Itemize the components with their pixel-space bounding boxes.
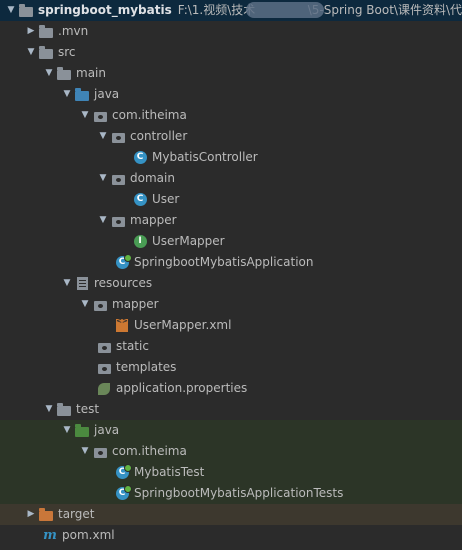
folder-label: target	[58, 507, 95, 521]
folder-icon	[56, 63, 72, 84]
tree-row-test-java[interactable]: ▼ java	[0, 420, 462, 441]
chevron-down-icon[interactable]: ▼	[60, 84, 74, 105]
tree-row-application[interactable]: ▶ C SpringbootMybatisApplication	[0, 252, 462, 273]
file-label: SpringbootMybatisApplicationTests	[134, 486, 344, 500]
package-icon	[92, 441, 108, 462]
chevron-down-icon[interactable]: ▼	[60, 273, 74, 294]
folder-label: java	[94, 423, 120, 437]
test-class-icon: C	[114, 462, 132, 483]
tree-row-mybatis-controller[interactable]: ▶ C MybatisController	[0, 147, 462, 168]
chevron-down-icon[interactable]: ▼	[42, 63, 56, 84]
java-interface-icon: I	[132, 231, 148, 252]
tree-row-mvn[interactable]: ▶ .mvn	[0, 21, 462, 42]
xml-file-icon: <>	[114, 315, 130, 336]
tree-row-templates[interactable]: ▶ templates	[0, 357, 462, 378]
chevron-down-icon[interactable]: ▼	[42, 399, 56, 420]
folder-icon	[96, 336, 112, 357]
chevron-down-icon[interactable]: ▼	[96, 168, 110, 189]
chevron-down-icon[interactable]: ▼	[24, 42, 38, 63]
project-path-tail: \5-Spring Boot\课件资料\代	[307, 3, 462, 17]
folder-label: resources	[94, 276, 153, 290]
folder-label: java	[94, 87, 120, 101]
folder-label: test	[76, 402, 100, 416]
tree-row-mapper-resource[interactable]: ▼ mapper	[0, 294, 462, 315]
project-tree: ▼ springboot_mybatis F:\1.视频\技术 \5-Sprin…	[0, 0, 462, 546]
test-source-folder-icon	[74, 420, 90, 441]
folder-label: src	[58, 45, 76, 59]
project-name: springboot_mybatis	[38, 3, 172, 17]
chevron-right-icon[interactable]: ▶	[24, 504, 38, 525]
chevron-down-icon[interactable]: ▼	[96, 210, 110, 231]
file-label: User	[152, 192, 180, 206]
java-class-icon: C	[132, 189, 148, 210]
tree-row-user-mapper[interactable]: ▶ I UserMapper	[0, 231, 462, 252]
folder-label: templates	[116, 360, 177, 374]
folder-label: mapper	[112, 297, 159, 311]
spring-boot-application-icon: C	[114, 252, 132, 273]
tree-row-pom[interactable]: ▶ m pom.xml	[0, 525, 462, 546]
maven-icon: m	[43, 528, 57, 543]
tree-row-mybatis-test[interactable]: ▶ C MybatisTest	[0, 462, 462, 483]
tree-row-user[interactable]: ▶ C User	[0, 189, 462, 210]
folder-icon	[38, 42, 54, 63]
file-label: pom.xml	[62, 528, 115, 542]
project-path: F:\1.视频\技术	[177, 3, 256, 17]
tree-row-java[interactable]: ▼ java	[0, 84, 462, 105]
source-folder-icon	[74, 84, 90, 105]
java-class-icon: C	[132, 147, 148, 168]
tree-row-user-mapper-xml[interactable]: ▶ <> UserMapper.xml	[0, 315, 462, 336]
folder-label: .mvn	[58, 24, 89, 38]
chevron-down-icon[interactable]: ▼	[78, 441, 92, 462]
redaction-blur	[246, 2, 324, 18]
tree-row-domain[interactable]: ▼ domain	[0, 168, 462, 189]
tree-row-static[interactable]: ▶ static	[0, 336, 462, 357]
file-label: MybatisController	[152, 150, 258, 164]
folder-icon	[56, 399, 72, 420]
package-label: com.itheima	[112, 108, 187, 122]
tree-row-main[interactable]: ▼ main	[0, 63, 462, 84]
tree-row-controller[interactable]: ▼ controller	[0, 126, 462, 147]
spring-properties-icon	[96, 378, 112, 399]
package-icon	[110, 210, 126, 231]
chevron-down-icon[interactable]: ▼	[78, 105, 92, 126]
module-folder-icon	[18, 0, 34, 21]
chevron-down-icon[interactable]: ▼	[4, 0, 18, 21]
file-label: UserMapper.xml	[134, 318, 232, 332]
test-class-icon: C	[114, 483, 132, 504]
tree-row-test[interactable]: ▼ test	[0, 399, 462, 420]
folder-icon	[38, 21, 54, 42]
file-label: SpringbootMybatisApplication	[134, 255, 314, 269]
tree-row-resources[interactable]: ▼ resources	[0, 273, 462, 294]
chevron-down-icon[interactable]: ▼	[60, 420, 74, 441]
chevron-right-icon[interactable]: ▶	[24, 21, 38, 42]
file-label: UserMapper	[152, 234, 225, 248]
excluded-folder-icon	[38, 504, 54, 525]
folder-icon	[92, 294, 108, 315]
tree-row-package-main[interactable]: ▼ com.itheima	[0, 105, 462, 126]
folder-icon	[96, 357, 112, 378]
package-icon	[110, 126, 126, 147]
tree-row-src[interactable]: ▼ src	[0, 42, 462, 63]
folder-label: main	[76, 66, 106, 80]
chevron-down-icon[interactable]: ▼	[78, 294, 92, 315]
package-label: controller	[130, 129, 188, 143]
package-label: domain	[130, 171, 175, 185]
file-label: MybatisTest	[134, 465, 205, 479]
package-label: mapper	[130, 213, 177, 227]
folder-label: static	[116, 339, 149, 353]
package-icon	[110, 168, 126, 189]
package-icon	[92, 105, 108, 126]
tree-row-project-root[interactable]: ▼ springboot_mybatis F:\1.视频\技术 \5-Sprin…	[0, 0, 462, 21]
package-label: com.itheima	[112, 444, 187, 458]
tree-row-target[interactable]: ▶ target	[0, 504, 462, 525]
resources-folder-icon	[74, 273, 90, 294]
file-label: application.properties	[116, 381, 248, 395]
tree-row-package-test[interactable]: ▼ com.itheima	[0, 441, 462, 462]
tree-row-application-tests[interactable]: ▶ C SpringbootMybatisApplicationTests	[0, 483, 462, 504]
tree-row-mapper-package[interactable]: ▼ mapper	[0, 210, 462, 231]
tree-row-application-properties[interactable]: ▶ application.properties	[0, 378, 462, 399]
chevron-down-icon[interactable]: ▼	[96, 126, 110, 147]
